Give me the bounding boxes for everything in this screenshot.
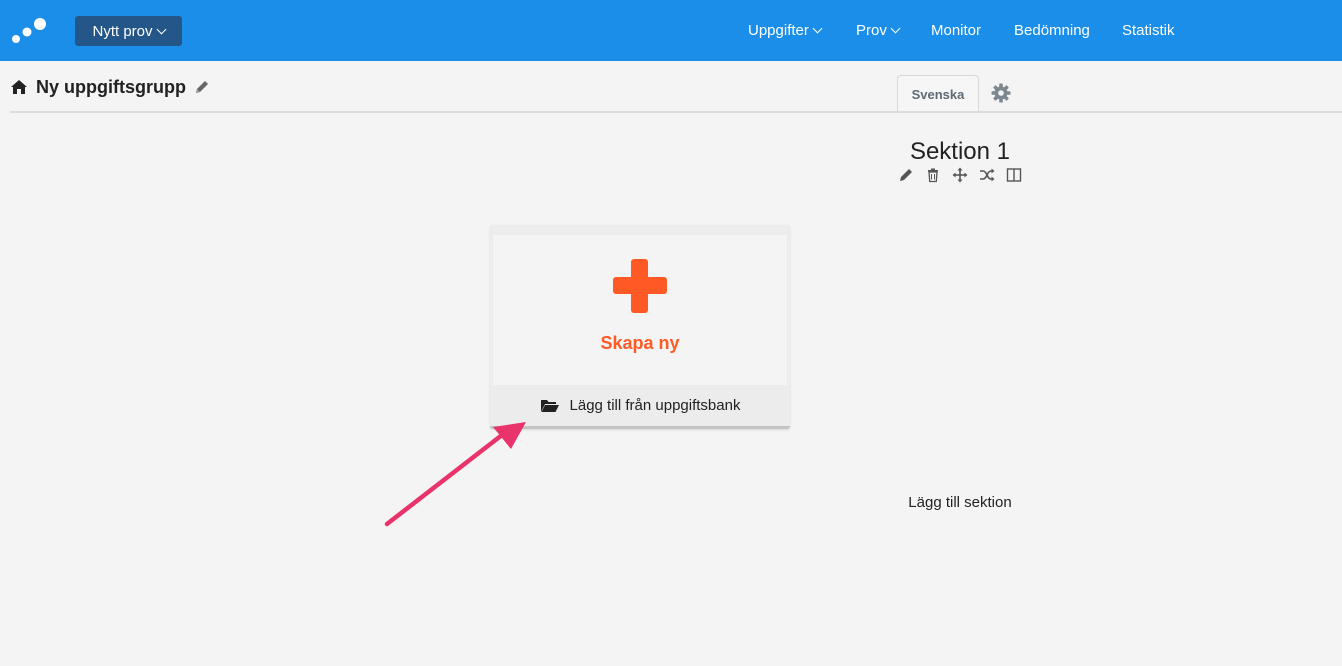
- edit-title-icon[interactable]: [194, 79, 210, 95]
- page-title: Ny uppgiftsgrupp: [36, 76, 186, 97]
- chevron-down-icon: [890, 23, 901, 34]
- nav-uppgifter-label: Uppgifter: [748, 22, 809, 39]
- trash-icon[interactable]: [925, 167, 941, 183]
- nav-monitor[interactable]: Monitor: [931, 0, 981, 61]
- nav-statistik-label: Statistik: [1122, 22, 1175, 39]
- add-from-bank-label: Lägg till från uppgiftsbank: [569, 397, 741, 414]
- task-card: Skapa ny Lägg till från uppgiftsbank: [490, 225, 790, 429]
- section-toolbar: [898, 167, 1022, 183]
- nav-uppgifter[interactable]: Uppgifter: [748, 0, 823, 61]
- create-new-button[interactable]: Skapa ny: [493, 235, 787, 385]
- pencil-icon[interactable]: [898, 167, 914, 183]
- logo-icon[interactable]: [11, 17, 47, 45]
- nav-monitor-label: Monitor: [931, 22, 982, 39]
- top-navigation-bar: Nytt prov Uppgifter Prov Monitor Bedömni…: [0, 0, 1342, 61]
- annotation-arrow-icon: [384, 422, 526, 527]
- nav-prov[interactable]: Prov: [856, 0, 901, 61]
- plus-icon: [613, 259, 667, 313]
- folder-open-icon: [540, 399, 559, 412]
- add-section-button[interactable]: Lägg till sektion: [880, 494, 1040, 511]
- header-divider: [10, 111, 1342, 113]
- gear-icon[interactable]: [990, 82, 1012, 104]
- home-icon[interactable]: [10, 79, 28, 95]
- nav-prov-label: Prov: [856, 22, 887, 39]
- nav-bedomning[interactable]: Bedömning: [1014, 0, 1090, 61]
- nav-statistik[interactable]: Statistik: [1122, 0, 1175, 61]
- columns-icon[interactable]: [1006, 167, 1022, 183]
- create-new-label: Skapa ny: [600, 333, 680, 353]
- section-title: Sektion 1: [909, 138, 1011, 165]
- shuffle-icon[interactable]: [979, 167, 995, 183]
- page-title-row: Ny uppgiftsgrupp: [10, 75, 210, 99]
- nav-bedomning-label: Bedömning: [1014, 22, 1090, 39]
- move-icon[interactable]: [952, 167, 968, 183]
- tab-svenska[interactable]: Svenska: [897, 75, 979, 113]
- chevron-down-icon: [812, 23, 823, 34]
- new-exam-button[interactable]: Nytt prov: [75, 16, 182, 46]
- add-from-bank-button[interactable]: Lägg till från uppgiftsbank: [490, 385, 790, 426]
- new-exam-label: Nytt prov: [92, 22, 153, 40]
- chevron-down-icon: [156, 24, 166, 34]
